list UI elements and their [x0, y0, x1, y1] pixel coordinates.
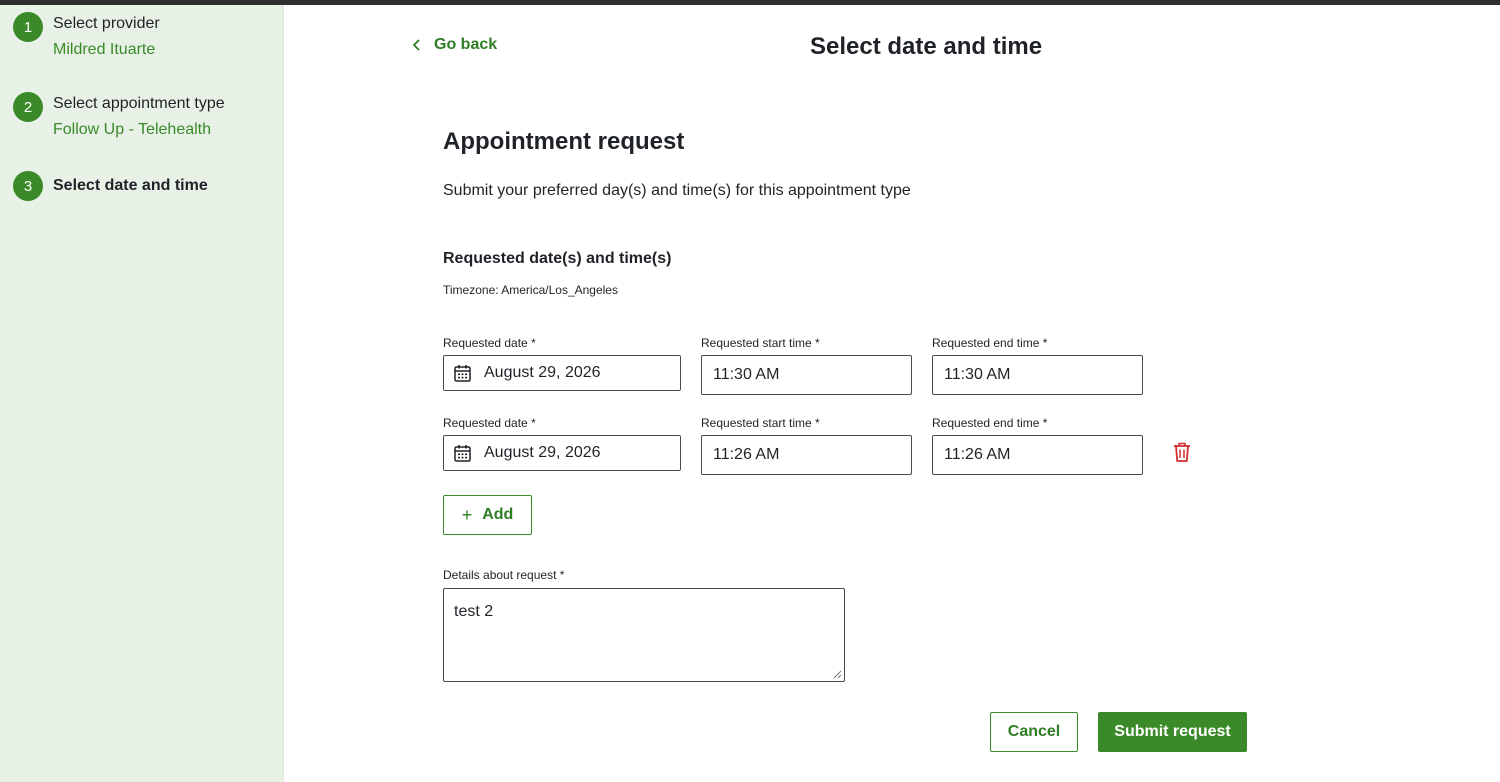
trash-icon[interactable] — [1172, 441, 1192, 463]
details-value: test 2 — [454, 603, 494, 620]
requested-date-value: August 29, 2026 — [484, 444, 601, 461]
chevron-left-icon — [412, 39, 420, 51]
submit-request-button[interactable]: Submit request — [1098, 712, 1247, 752]
step-title: Select provider — [53, 15, 160, 32]
go-back-link[interactable]: Go back — [412, 36, 497, 54]
stepper-sidebar: 1 Select provider Mildred Ituarte 2 Sele… — [0, 5, 284, 782]
step-title: Select appointment type — [53, 95, 225, 112]
page-title: Select date and time — [810, 33, 1043, 60]
timezone-label: Timezone: America/Los_Angeles — [443, 283, 618, 297]
add-time-slot-button[interactable]: + Add — [443, 495, 532, 535]
appointment-request-heading: Appointment request — [443, 128, 685, 155]
add-button-label: Add — [482, 506, 514, 523]
requested-start-time-value: 11:26 AM — [713, 446, 780, 463]
step-number: 1 — [13, 12, 43, 42]
plus-icon: + — [461, 505, 473, 525]
requested-date-input[interactable]: August 29, 2026 — [443, 355, 681, 391]
requested-end-time-input[interactable]: 11:30 AM — [932, 355, 1143, 395]
requested-end-time-value: 11:30 AM — [944, 366, 1011, 383]
requested-start-time-value: 11:30 AM — [713, 366, 780, 383]
requested-end-time-label: Requested end time * — [932, 416, 1048, 430]
details-textarea[interactable]: test 2 — [443, 588, 845, 682]
requested-end-time-label: Requested end time * — [932, 336, 1048, 350]
details-label: Details about request * — [443, 568, 565, 582]
requested-date-input[interactable]: August 29, 2026 — [443, 435, 681, 471]
requested-date-label: Requested date * — [443, 416, 536, 430]
appointment-request-description: Submit your preferred day(s) and time(s)… — [443, 182, 911, 199]
requested-date-value: August 29, 2026 — [484, 364, 601, 381]
requested-date-label: Requested date * — [443, 336, 536, 350]
requested-end-time-input[interactable]: 11:26 AM — [932, 435, 1143, 475]
requested-end-time-value: 11:26 AM — [944, 446, 1011, 463]
requested-start-time-label: Requested start time * — [701, 336, 820, 350]
calendar-icon — [454, 445, 471, 462]
step-title: Select date and time — [53, 177, 208, 194]
requested-start-time-input[interactable]: 11:30 AM — [701, 355, 912, 395]
step-subtitle: Follow Up - Telehealth — [53, 121, 212, 138]
step-number: 3 — [13, 171, 43, 201]
go-back-label: Go back — [434, 36, 498, 53]
requested-start-time-label: Requested start time * — [701, 416, 820, 430]
calendar-icon — [454, 365, 471, 382]
requested-datetimes-heading: Requested date(s) and time(s) — [443, 250, 672, 267]
resize-grip-icon[interactable] — [833, 670, 842, 679]
step-subtitle: Mildred Ituarte — [53, 41, 156, 58]
step-number: 2 — [13, 92, 43, 122]
cancel-button[interactable]: Cancel — [990, 712, 1078, 752]
requested-start-time-input[interactable]: 11:26 AM — [701, 435, 912, 475]
